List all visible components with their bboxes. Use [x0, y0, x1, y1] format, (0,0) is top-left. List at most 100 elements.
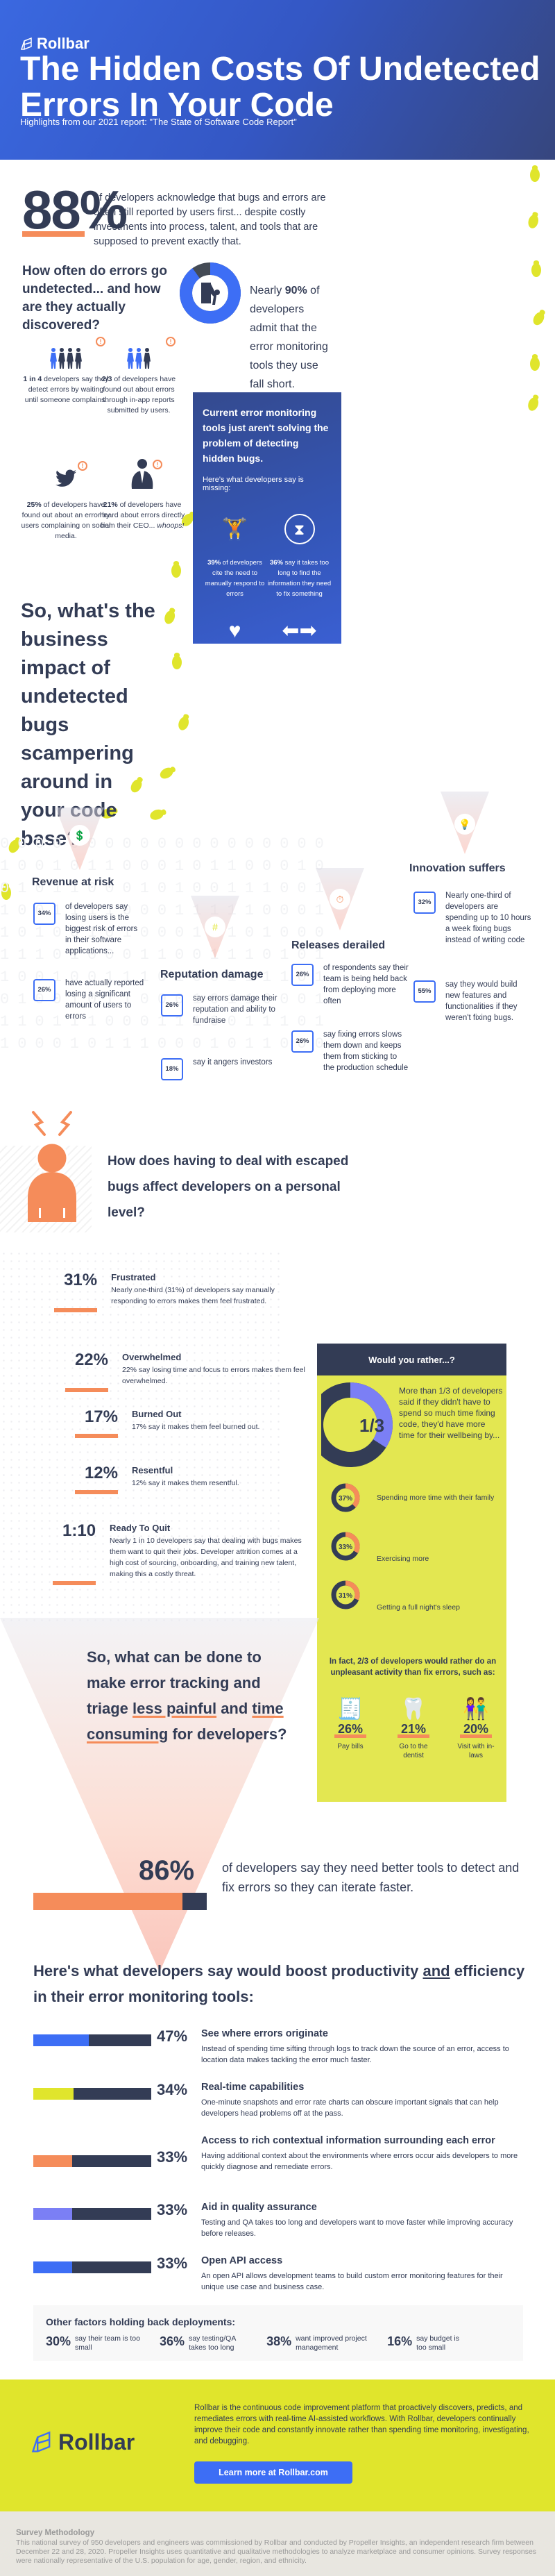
boost-bar-fill: [33, 2034, 89, 2046]
impact-stat: 26% have actually reported losing a signi…: [33, 978, 144, 1022]
boost-bar: [33, 2208, 151, 2220]
missing-features-panel: Current error monitoring tools just aren…: [193, 392, 341, 710]
bill-icon: 🧾: [337, 1698, 364, 1721]
alert-bubble-icon: !: [153, 460, 162, 469]
weightlifter-icon: 🏋: [221, 517, 248, 541]
angry-developer-icon: [28, 1111, 76, 1222]
missing-item: ⧗ 36% say it takes too long to find the …: [267, 512, 332, 599]
option-text: Getting a full night's sleep: [377, 1603, 460, 1612]
stat-88-text: of developers acknowledge that bugs and …: [94, 192, 326, 247]
lightbulb-icon: 💡: [454, 814, 475, 835]
bar-fill: [33, 1893, 182, 1910]
boost-bar-fill: [33, 2088, 74, 2100]
stat-bold: 2/3: [101, 375, 112, 383]
panel-title: Current error monitoring tools just aren…: [203, 407, 329, 464]
bug-icon: [161, 606, 179, 628]
bug-icon: [529, 354, 541, 372]
boost-item: 33% Access to rich contextual information…: [33, 2134, 533, 2173]
boost-bar: [33, 2155, 151, 2167]
climber-icon: [201, 283, 220, 305]
activity-item: 🧾 26% Pay bills: [326, 1694, 375, 1751]
heartbeat-icon: ♥: [228, 619, 241, 642]
bug-icon: [175, 712, 193, 734]
stat-86-text: of developers say they need better tools…: [222, 1861, 520, 1894]
footer-rollbar-logo[interactable]: Rollbar: [31, 2429, 135, 2455]
bug-icon: [171, 653, 183, 671]
stat-card-ceo: ! 21% of developers have heard about err…: [97, 458, 187, 531]
hashtag-chat-icon: #: [205, 917, 225, 937]
ceo-icon: [131, 459, 153, 489]
tooth-icon: 🦷: [400, 1698, 427, 1721]
alert-bubble-icon: !: [166, 337, 176, 346]
stat-card-2-3: ! 2/3 of developers have found out about…: [94, 337, 184, 416]
person-icon: [144, 348, 151, 369]
category-title: Reputation damage: [160, 969, 264, 980]
bug-icon: [170, 561, 182, 579]
rollbar-logo-icon: [20, 37, 32, 50]
footer-description: Rollbar is the continuous code improveme…: [194, 2404, 529, 2445]
twitter-bird-icon: [56, 469, 76, 487]
boost-item: 34% Real-time capabilities One-minute snap…: [33, 2081, 533, 2119]
activity-item: 🦷 21% Go to the dentist: [389, 1694, 438, 1760]
page-subtitle: Highlights from our 2021 report: "The St…: [20, 117, 297, 127]
factor-item: 30% say their team is too small: [46, 2334, 140, 2352]
bug-icon: [529, 165, 541, 183]
hand-coin-icon: 💲: [69, 825, 90, 846]
stat-underline: [22, 231, 85, 237]
stopwatch-icon: ⏱: [330, 889, 350, 910]
donut-label: 1/3: [359, 1415, 384, 1436]
category-title: Revenue at risk: [32, 876, 114, 888]
impact-stat: 26% of respondents say their team is bein…: [291, 962, 409, 1007]
boost-bar: [33, 2034, 151, 2046]
impact-stat: 18% say it angers investors: [161, 1057, 279, 1080]
boost-item: 33% Open API access An open API allows dev…: [33, 2255, 533, 2293]
bug-icon: [529, 307, 549, 329]
option-text: Exercising more: [377, 1555, 429, 1563]
person-icon: [50, 348, 57, 369]
methodology-heading: Survey Methodology: [16, 2529, 95, 2537]
stat-bold: 21%: [103, 501, 118, 509]
stat-italic: whoops!: [157, 521, 185, 530]
svg-text:37%: 37%: [339, 1495, 352, 1503]
boost-heading: Here's what developers say would boost p…: [33, 1962, 525, 2005]
person-icon: [58, 348, 65, 369]
other-factors-panel: Other factors holding back deployments: …: [33, 2305, 523, 2361]
donut-option: 37%: [331, 1483, 360, 1512]
donut-one-third: 1/3: [321, 1382, 393, 1467]
feeling-row: 12% Resentful 12% say it makes them resent…: [62, 1464, 312, 1494]
boost-bar-fill: [33, 2208, 73, 2220]
boost-bar: [33, 2088, 151, 2100]
factor-item: 38% want improved project management: [266, 2334, 367, 2352]
in-laws-icon: 👫: [463, 1698, 489, 1721]
would-rather-fact: In fact, 2/3 of developers would rather …: [329, 1657, 497, 1677]
donut-option: 33%: [331, 1532, 360, 1561]
stat-bold: 1 in 4: [23, 375, 42, 383]
survey-methodology: Survey Methodology This national survey …: [0, 2511, 555, 2576]
donut-90-percent: [180, 262, 241, 324]
people-icon-group: !: [94, 337, 184, 369]
svg-text:33%: 33%: [339, 1544, 352, 1551]
impact-stat: 26% say errors damage their reputation an…: [161, 993, 279, 1026]
other-factors-heading: Other factors holding back deployments:: [46, 2316, 236, 2327]
factor-item: 16% say budget is too small: [387, 2334, 459, 2352]
boost-bar-fill: [33, 2155, 73, 2167]
arrows-icon: ⬅➡: [282, 619, 317, 642]
panel-subtitle: Here's what developers say is missing:: [203, 476, 304, 492]
donut-90-text: Nearly 90% of developers admit that the …: [250, 285, 328, 390]
alert-bubble-icon: !: [78, 461, 87, 471]
impact-stat: 55% say they would build new features and…: [413, 979, 531, 1023]
learn-more-button[interactable]: Learn more at Rollbar.com: [194, 2461, 352, 2484]
category-title: Releases derailed: [291, 939, 386, 951]
stat-86-percent: 86%: [139, 1855, 195, 1886]
missing-item: ⬅➡ 23% say error aggregation is too broa…: [267, 613, 332, 711]
rollbar-logo-icon: [31, 2431, 51, 2452]
feeling-row: 17% Burned Out 17% say it makes them feel …: [62, 1407, 312, 1438]
boost-item: 47% See where errors originate Instead of …: [33, 2027, 533, 2066]
solution-heading: So, what can be done to make error track…: [87, 1648, 287, 1743]
stat-text: of developers have found out about error…: [103, 375, 176, 415]
bug-icon: [525, 210, 542, 231]
person-icon: [75, 348, 82, 369]
page-title: The Hidden Costs Of Undetected Errors In…: [20, 51, 540, 124]
person-icon: [67, 348, 74, 369]
activity-item: 👫 20% Visit with in-laws: [452, 1694, 500, 1760]
